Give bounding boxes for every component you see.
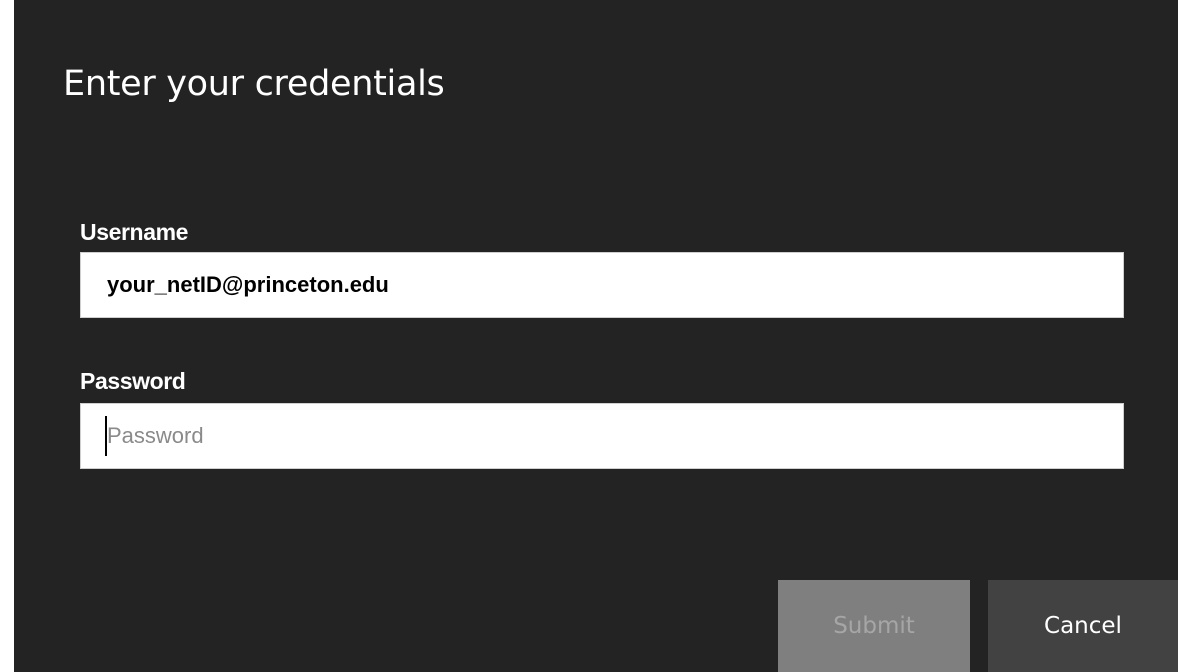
cancel-button[interactable]: Cancel — [988, 580, 1178, 672]
dialog-title: Enter your credentials — [63, 64, 445, 104]
credentials-dialog: Enter your credentials Username Password… — [14, 0, 1178, 672]
username-input[interactable] — [80, 252, 1124, 318]
username-label: Username — [80, 219, 189, 245]
password-input[interactable] — [80, 403, 1124, 469]
password-label: Password — [80, 368, 186, 394]
submit-button[interactable]: Submit — [778, 580, 970, 672]
text-cursor — [105, 416, 107, 456]
